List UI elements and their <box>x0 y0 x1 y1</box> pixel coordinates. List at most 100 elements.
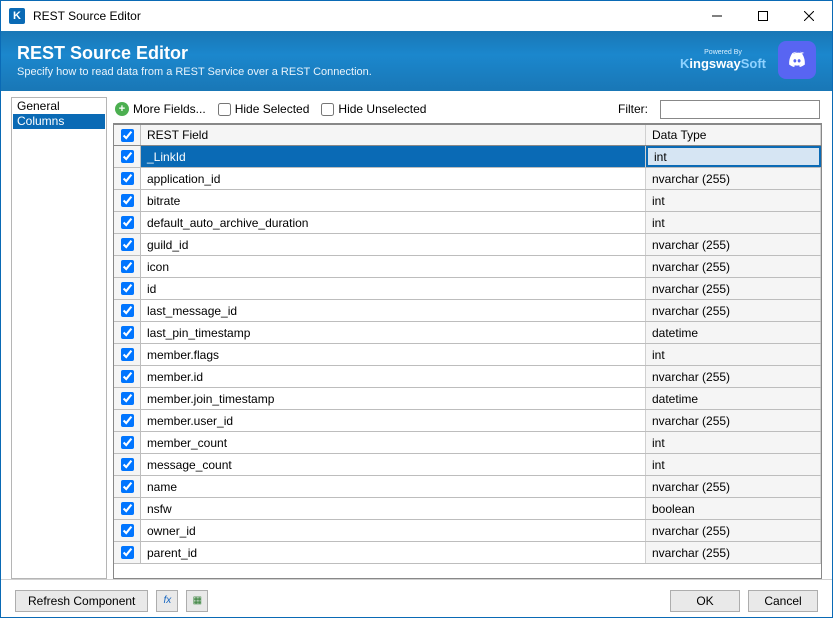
row-checkbox[interactable] <box>121 238 134 251</box>
row-checkbox-cell[interactable] <box>114 498 141 519</box>
hide-unselected-input[interactable] <box>321 103 334 116</box>
row-type[interactable]: int <box>646 344 821 365</box>
row-checkbox-cell[interactable] <box>114 388 141 409</box>
row-checkbox[interactable] <box>121 348 134 361</box>
table-row[interactable]: namenvarchar (255) <box>114 476 821 498</box>
row-field[interactable]: last_pin_timestamp <box>141 322 646 343</box>
row-checkbox-cell[interactable] <box>114 410 141 431</box>
row-field[interactable]: _LinkId <box>141 146 646 167</box>
row-checkbox[interactable] <box>121 502 134 515</box>
minimize-button[interactable] <box>694 1 740 31</box>
row-checkbox[interactable] <box>121 172 134 185</box>
row-checkbox-cell[interactable] <box>114 344 141 365</box>
row-type[interactable]: int <box>646 432 821 453</box>
row-checkbox-cell[interactable] <box>114 278 141 299</box>
row-field[interactable]: member.user_id <box>141 410 646 431</box>
ok-button[interactable]: OK <box>670 590 740 612</box>
row-field[interactable]: application_id <box>141 168 646 189</box>
row-type[interactable]: nvarchar (255) <box>646 278 821 299</box>
row-field[interactable]: member_count <box>141 432 646 453</box>
row-type[interactable]: datetime <box>646 322 821 343</box>
table-row[interactable]: last_pin_timestampdatetime <box>114 322 821 344</box>
row-checkbox[interactable] <box>121 326 134 339</box>
row-type[interactable]: nvarchar (255) <box>646 256 821 277</box>
row-type[interactable]: nvarchar (255) <box>646 520 821 541</box>
row-type[interactable]: int <box>646 146 821 167</box>
row-type[interactable]: int <box>646 212 821 233</box>
row-field[interactable]: icon <box>141 256 646 277</box>
row-field[interactable]: id <box>141 278 646 299</box>
row-checkbox-cell[interactable] <box>114 454 141 475</box>
refresh-component-button[interactable]: Refresh Component <box>15 590 148 612</box>
row-checkbox-cell[interactable] <box>114 300 141 321</box>
hide-unselected-checkbox[interactable]: Hide Unselected <box>321 102 426 116</box>
row-type[interactable]: datetime <box>646 388 821 409</box>
row-field[interactable]: member.flags <box>141 344 646 365</box>
row-checkbox[interactable] <box>121 260 134 273</box>
row-checkbox-cell[interactable] <box>114 542 141 563</box>
row-field[interactable]: message_count <box>141 454 646 475</box>
table-row[interactable]: nsfwboolean <box>114 498 821 520</box>
row-field[interactable]: guild_id <box>141 234 646 255</box>
row-type[interactable]: boolean <box>646 498 821 519</box>
row-type[interactable]: int <box>646 190 821 211</box>
row-field[interactable]: member.id <box>141 366 646 387</box>
table-row[interactable]: iconnvarchar (255) <box>114 256 821 278</box>
table-row[interactable]: message_countint <box>114 454 821 476</box>
table-row[interactable]: parent_idnvarchar (255) <box>114 542 821 564</box>
table-row[interactable]: member.user_idnvarchar (255) <box>114 410 821 432</box>
hide-selected-checkbox[interactable]: Hide Selected <box>218 102 310 116</box>
row-field[interactable]: default_auto_archive_duration <box>141 212 646 233</box>
table-row[interactable]: _LinkIdint <box>114 146 821 168</box>
row-type[interactable]: nvarchar (255) <box>646 410 821 431</box>
expression-icon-button[interactable]: fx <box>156 590 178 612</box>
row-type[interactable]: nvarchar (255) <box>646 366 821 387</box>
row-checkbox[interactable] <box>121 546 134 559</box>
row-type[interactable]: nvarchar (255) <box>646 476 821 497</box>
row-field[interactable]: owner_id <box>141 520 646 541</box>
row-checkbox-cell[interactable] <box>114 476 141 497</box>
row-checkbox[interactable] <box>121 392 134 405</box>
sidebar-item-general[interactable]: General <box>13 99 105 114</box>
row-type[interactable]: int <box>646 454 821 475</box>
row-type[interactable]: nvarchar (255) <box>646 168 821 189</box>
row-field[interactable]: nsfw <box>141 498 646 519</box>
table-row[interactable]: member.idnvarchar (255) <box>114 366 821 388</box>
row-field[interactable]: bitrate <box>141 190 646 211</box>
row-checkbox-cell[interactable] <box>114 190 141 211</box>
row-checkbox[interactable] <box>121 436 134 449</box>
row-checkbox[interactable] <box>121 282 134 295</box>
table-row[interactable]: bitrateint <box>114 190 821 212</box>
row-checkbox[interactable] <box>121 304 134 317</box>
table-row[interactable]: idnvarchar (255) <box>114 278 821 300</box>
row-checkbox[interactable] <box>121 524 134 537</box>
row-checkbox[interactable] <box>121 458 134 471</box>
table-row[interactable]: application_idnvarchar (255) <box>114 168 821 190</box>
row-checkbox-cell[interactable] <box>114 168 141 189</box>
row-checkbox-cell[interactable] <box>114 212 141 233</box>
row-field[interactable]: member.join_timestamp <box>141 388 646 409</box>
row-checkbox[interactable] <box>121 480 134 493</box>
row-field[interactable]: name <box>141 476 646 497</box>
row-field[interactable]: parent_id <box>141 542 646 563</box>
table-row[interactable]: member.join_timestampdatetime <box>114 388 821 410</box>
sidebar-item-columns[interactable]: Columns <box>13 114 105 129</box>
row-checkbox[interactable] <box>121 216 134 229</box>
row-type[interactable]: nvarchar (255) <box>646 300 821 321</box>
table-row[interactable]: owner_idnvarchar (255) <box>114 520 821 542</box>
col-header-field[interactable]: REST Field <box>141 125 646 145</box>
more-fields-button[interactable]: + More Fields... <box>115 102 206 116</box>
grid-scroll[interactable]: REST Field Data Type _LinkIdintapplicati… <box>114 124 821 578</box>
table-row[interactable]: default_auto_archive_durationint <box>114 212 821 234</box>
table-row[interactable]: guild_idnvarchar (255) <box>114 234 821 256</box>
table-row[interactable]: member.flagsint <box>114 344 821 366</box>
row-checkbox-cell[interactable] <box>114 146 141 167</box>
col-header-type[interactable]: Data Type <box>646 125 821 145</box>
row-checkbox[interactable] <box>121 150 134 163</box>
select-all-checkbox[interactable] <box>121 129 134 142</box>
row-type[interactable]: nvarchar (255) <box>646 234 821 255</box>
filter-input[interactable] <box>660 100 820 119</box>
row-checkbox-cell[interactable] <box>114 234 141 255</box>
cancel-button[interactable]: Cancel <box>748 590 818 612</box>
mapping-icon-button[interactable]: ▦ <box>186 590 208 612</box>
